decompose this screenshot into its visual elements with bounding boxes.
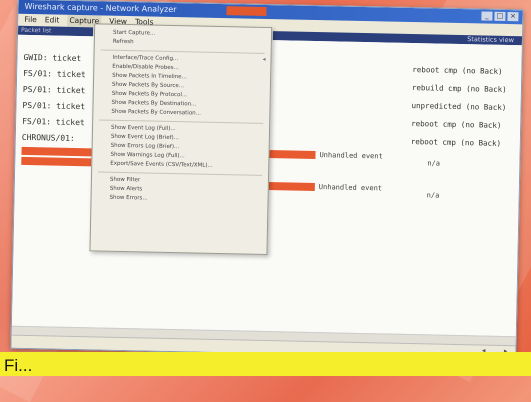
list-item[interactable]: PS/01: ticket [23,85,86,95]
figure-caption: Fi... [0,352,531,376]
row-status: reboot cmp (no Back) [412,65,503,76]
app-window: Wireshark capture - Network Analyzer _ □… [10,0,524,360]
caption-text: Fi... [4,356,33,375]
event-label: Unhandled event [319,151,383,161]
maximize-button[interactable]: □ [494,11,506,21]
submenu-arrow-icon: ◂ [262,55,266,63]
close-button[interactable]: × [507,12,519,22]
event-column: n/a [426,191,440,200]
list-item[interactable]: GWID: ticket [23,53,81,63]
event-marker[interactable] [267,150,316,160]
minimize-button[interactable]: _ [481,11,493,21]
list-item[interactable]: FS/01: ticket [22,117,85,127]
selected-row-highlight[interactable] [21,156,92,167]
menu-file[interactable]: File [24,14,37,26]
window-controls: _ □ × [481,11,519,22]
row-status: reboot cmp (no Back) [410,137,502,148]
event-marker[interactable] [266,181,315,192]
list-item[interactable]: FS/01: ticket [23,69,86,79]
menu-edit[interactable]: Edit [45,14,60,26]
list-item[interactable]: CHRONUS/01: [22,133,75,143]
event-label: Unhandled event [318,183,383,193]
title-highlight [226,6,267,16]
list-item[interactable]: PS/01: ticket [22,101,85,111]
row-status: rebuild cmp (no Back) [411,83,507,95]
window-title: Wireshark capture - Network Analyzer [24,1,177,15]
selected-row-highlight[interactable] [21,146,92,157]
event-column: n/a [427,159,441,168]
row-status: unpredicted (no Back) [411,101,507,112]
capture-dropdown-menu: Start Capture... Refresh Interface/Trace… [89,23,273,256]
row-status: reboot cmp (no Back) [411,119,502,130]
